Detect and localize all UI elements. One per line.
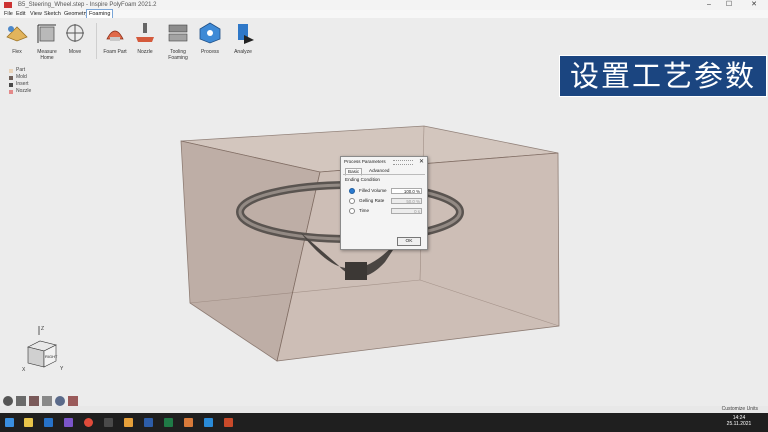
option-label: Filled Volume [359,188,387,193]
filled-volume-field[interactable]: 100.0 % [391,188,422,194]
taskbar: 14:24 25.11.2021 [0,413,768,432]
gelling-rate-field[interactable]: 50.0 % [391,198,422,204]
z-axis-label: Z [41,326,44,332]
status-bar: Customize Units [0,406,768,413]
polyfoam-taskbar-icon[interactable] [184,418,193,427]
view-tools [3,396,78,406]
drag-handle[interactable] [393,160,413,165]
teams-icon[interactable] [64,418,73,427]
excel-icon[interactable] [164,418,173,427]
option-time[interactable]: Time [349,207,369,214]
option-label: Time [359,208,370,213]
app-icon-10[interactable] [204,418,213,427]
section-icon[interactable] [16,396,26,406]
option-filled-volume[interactable]: Filled Volume [349,187,387,194]
app-icon-6[interactable] [124,418,133,427]
app-icon-5[interactable] [104,418,113,427]
show-hide-icon[interactable] [68,396,78,406]
radio-button-selected[interactable] [349,187,355,194]
time-field[interactable]: 0 s [391,208,422,214]
measure-tool-icon[interactable] [42,396,52,406]
system-clock[interactable]: 14:24 25.11.2021 [714,415,764,427]
ok-button[interactable]: OK [397,237,421,246]
y-axis-label: Y [60,366,64,372]
clock-date: 25.11.2021 [726,421,752,427]
orbit-icon[interactable] [3,396,13,406]
option-label: Gelling Rate [359,198,385,203]
render-mode-icon[interactable] [29,396,39,406]
close-icon[interactable]: ✕ [419,158,424,165]
app-icon-11[interactable] [224,418,233,427]
tab-divider [343,174,425,175]
radio-button[interactable] [349,207,355,214]
word-icon[interactable] [144,418,153,427]
customize-units-button[interactable]: Customize Units [722,406,758,413]
process-parameters-dialog: Process Parameters ✕ Basic Advanced Endi… [340,156,428,250]
ending-condition-label: Ending Condition [345,177,380,182]
mail-icon[interactable] [44,418,53,427]
zoom-icon[interactable] [55,396,65,406]
start-icon[interactable] [5,418,14,427]
steering-column [345,262,367,280]
chrome-icon[interactable] [84,418,93,427]
file-explorer-icon[interactable] [24,418,33,427]
view-cube[interactable]: Z RIGHT X Y [20,325,70,375]
radio-button[interactable] [349,197,355,204]
cube-face-label: RIGHT [45,354,58,359]
x-axis-label: X [22,367,26,373]
option-gelling-rate[interactable]: Gelling Rate [349,197,384,204]
dialog-title: Process Parameters [344,159,386,164]
caption-banner: 设置工艺参数 [559,55,767,97]
